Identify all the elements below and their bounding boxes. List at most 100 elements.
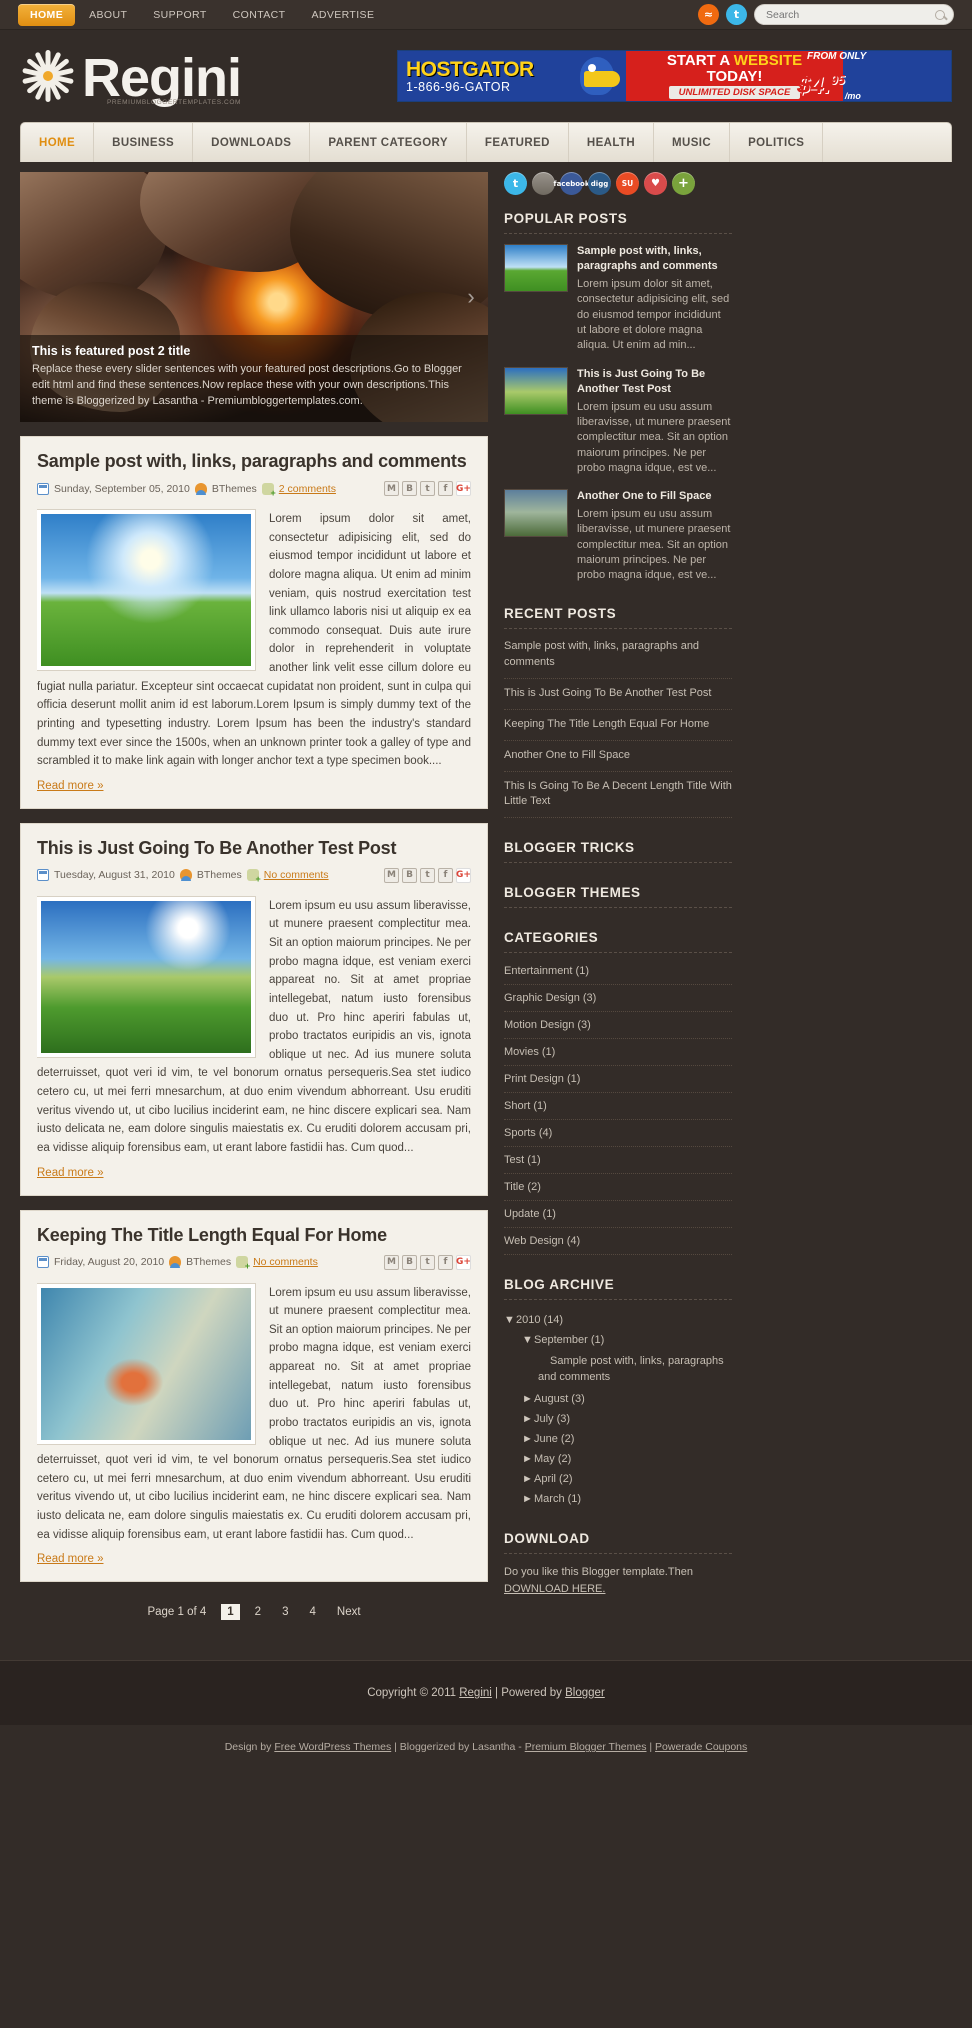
brand[interactable]: Regini PREMIUMBLOGGERTEMPLATES.COM	[20, 48, 242, 106]
archive-label[interactable]: May (2)	[534, 1453, 571, 1465]
google-plus-share-icon[interactable]: G+	[456, 1254, 471, 1270]
love-icon[interactable]: ♥	[644, 172, 667, 195]
category-item[interactable]: Web Design (4)	[504, 1228, 732, 1256]
facebook-share-icon[interactable]: f	[438, 867, 453, 883]
post-thumbnail[interactable]	[37, 509, 256, 671]
search-input[interactable]	[766, 8, 935, 21]
blogger-share-icon[interactable]: B	[402, 867, 417, 883]
blogger-share-icon[interactable]: B	[402, 1254, 417, 1270]
facebook-icon[interactable]: facebook	[554, 172, 589, 195]
popular-post-title[interactable]: This is Just Going To Be Another Test Po…	[577, 367, 732, 398]
archive-item[interactable]: ►April (2)	[504, 1469, 732, 1489]
pagination-page-4[interactable]: 4	[303, 1604, 321, 1620]
archive-label[interactable]: September (1)	[534, 1334, 604, 1346]
popular-post-title[interactable]: Another One to Fill Space	[577, 489, 732, 504]
email-share-icon[interactable]: M	[384, 481, 399, 496]
slider-next-arrow-icon[interactable]: ›	[458, 284, 484, 310]
delicious-icon[interactable]	[532, 172, 555, 195]
top-nav-home[interactable]: HOME	[18, 3, 76, 26]
search-box[interactable]	[754, 4, 954, 25]
main-nav-parent-category[interactable]: PARENT CATEGORY	[310, 123, 467, 162]
popular-post-thumbnail[interactable]	[504, 366, 568, 415]
popular-post-item[interactable]: Sample post with, links, paragraphs and …	[504, 244, 732, 354]
subfooter-link-coupons[interactable]: Powerade Coupons	[655, 1741, 747, 1753]
featured-slider[interactable]: › This is featured post 2 title Replace …	[20, 172, 488, 422]
category-item[interactable]: Print Design (1)	[504, 1066, 732, 1094]
post-thumbnail[interactable]	[37, 1282, 256, 1445]
recent-post-item[interactable]: This is Just Going To Be Another Test Po…	[504, 679, 732, 710]
top-nav-advertise[interactable]: ADVERTISE	[299, 4, 386, 26]
category-item[interactable]: Short (1)	[504, 1093, 732, 1121]
hostgator-ad-banner[interactable]: HOSTGATOR 1-866-96-GATOR START A WEBSITE…	[397, 50, 952, 102]
archive-toggle-icon[interactable]: ▼	[522, 1334, 534, 1346]
main-nav-business[interactable]: BUSINESS	[94, 123, 194, 162]
archive-toggle-icon[interactable]: ►	[522, 1453, 534, 1465]
twitter-icon[interactable]: t	[726, 4, 747, 25]
footer-blogger-link[interactable]: Blogger	[565, 1687, 605, 1699]
archive-item[interactable]: ▼2010 (14)	[504, 1310, 732, 1330]
main-nav-featured[interactable]: FEATURED	[467, 123, 569, 162]
stumbleupon-icon[interactable]: SU	[616, 172, 639, 195]
pagination-page-1[interactable]: 1	[221, 1604, 240, 1621]
recent-post-item[interactable]: Sample post with, links, paragraphs and …	[504, 639, 732, 679]
top-nav-support[interactable]: SUPPORT	[141, 4, 218, 26]
category-item[interactable]: Movies (1)	[504, 1039, 732, 1067]
category-item[interactable]: Update (1)	[504, 1201, 732, 1229]
archive-toggle-icon[interactable]: ►	[522, 1393, 534, 1405]
facebook-share-icon[interactable]: f	[438, 1254, 453, 1270]
post-title[interactable]: Sample post with, links, paragraphs and …	[37, 451, 471, 472]
archive-label[interactable]: Sample post with, links, paragraphs and …	[538, 1355, 724, 1382]
post-comments-link[interactable]: No comments	[264, 869, 329, 881]
search-icon[interactable]	[935, 9, 945, 20]
archive-item[interactable]: ▼September (1)	[504, 1330, 732, 1350]
recent-post-item[interactable]: This Is Going To Be A Decent Length Titl…	[504, 772, 732, 819]
email-share-icon[interactable]: M	[384, 867, 399, 883]
archive-label[interactable]: July (3)	[534, 1413, 570, 1425]
archive-label[interactable]: April (2)	[534, 1473, 573, 1485]
archive-item[interactable]: ►May (2)	[504, 1449, 732, 1469]
archive-toggle-icon[interactable]: ►	[522, 1473, 534, 1485]
archive-toggle-icon[interactable]: ▼	[504, 1314, 516, 1326]
popular-post-item[interactable]: Another One to Fill Space Lorem ipsum eu …	[504, 489, 732, 583]
twitter-icon[interactable]: t	[504, 172, 527, 195]
digg-icon[interactable]: digg	[588, 172, 611, 195]
post-comments-link[interactable]: No comments	[253, 1256, 318, 1268]
category-item[interactable]: Test (1)	[504, 1147, 732, 1175]
recent-post-item[interactable]: Another One to Fill Space	[504, 741, 732, 772]
archive-item[interactable]: ►March (1)	[504, 1489, 732, 1509]
main-nav-health[interactable]: HEALTH	[569, 123, 655, 162]
subfooter-link-wordpress[interactable]: Free WordPress Themes	[274, 1741, 391, 1753]
popular-post-item[interactable]: This is Just Going To Be Another Test Po…	[504, 366, 732, 477]
archive-label[interactable]: June (2)	[534, 1433, 574, 1445]
main-nav-music[interactable]: MUSIC	[654, 123, 731, 162]
popular-post-thumbnail[interactable]	[504, 244, 568, 292]
more-icon[interactable]: +	[672, 172, 695, 195]
read-more-link[interactable]: Read more »	[37, 1553, 103, 1565]
twitter-share-icon[interactable]: t	[420, 867, 435, 883]
facebook-share-icon[interactable]: f	[438, 481, 453, 496]
category-item[interactable]: Graphic Design (3)	[504, 985, 732, 1013]
pagination-page-3[interactable]: 3	[276, 1604, 294, 1620]
top-nav-about[interactable]: ABOUT	[77, 4, 139, 26]
post-comments-link[interactable]: 2 comments	[279, 483, 336, 495]
recent-post-item[interactable]: Keeping The Title Length Equal For Home	[504, 710, 732, 741]
rss-icon[interactable]: ≈	[698, 4, 719, 25]
subfooter-link-themes[interactable]: Premium Blogger Themes	[525, 1741, 647, 1753]
archive-label[interactable]: March (1)	[534, 1493, 581, 1505]
popular-post-title[interactable]: Sample post with, links, paragraphs and …	[577, 244, 732, 275]
archive-toggle-icon[interactable]: ►	[522, 1413, 534, 1425]
site-title[interactable]: Regini	[82, 51, 242, 105]
archive-label[interactable]: 2010 (14)	[516, 1314, 563, 1326]
archive-toggle-icon[interactable]: ►	[522, 1433, 534, 1445]
main-nav-downloads[interactable]: DOWNLOADS	[193, 123, 311, 162]
archive-item[interactable]: ►June (2)	[504, 1429, 732, 1449]
pagination-page-2[interactable]: 2	[249, 1604, 267, 1620]
twitter-share-icon[interactable]: t	[420, 1254, 435, 1270]
archive-item[interactable]: Sample post with, links, paragraphs and …	[504, 1350, 732, 1389]
pagination-next[interactable]: Next	[331, 1604, 367, 1620]
archive-item[interactable]: ►August (3)	[504, 1389, 732, 1409]
category-item[interactable]: Entertainment (1)	[504, 963, 732, 986]
popular-post-thumbnail[interactable]	[504, 489, 568, 538]
footer-site-link[interactable]: Regini	[459, 1687, 492, 1699]
category-item[interactable]: Sports (4)	[504, 1120, 732, 1148]
